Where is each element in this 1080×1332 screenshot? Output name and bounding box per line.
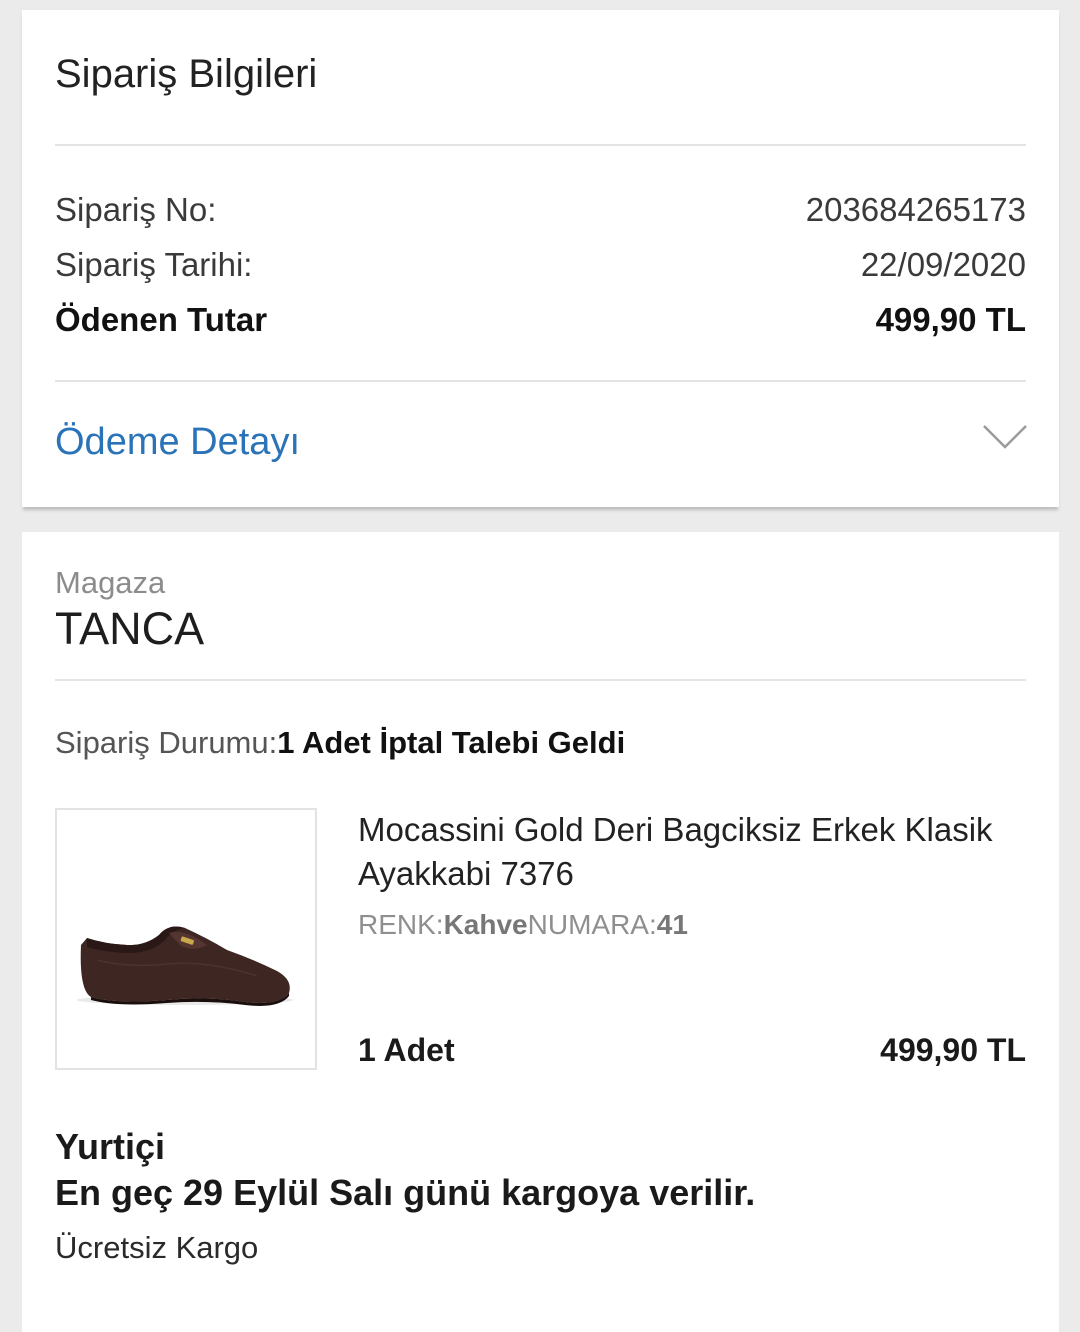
shipping-carrier: Yurtiçi	[55, 1126, 166, 1167]
product-image[interactable]	[55, 808, 317, 1070]
payment-detail-link[interactable]: Ödeme Detayı	[55, 421, 300, 464]
product-name[interactable]: Mocassini Gold Deri Bagciksiz Erkek Klas…	[358, 808, 998, 896]
order-number-label: Sipariş No:	[55, 191, 217, 228]
store-name[interactable]: TANCA	[55, 603, 204, 655]
color-value: Kahve	[443, 909, 528, 940]
order-date-label: Sipariş Tarihi:	[55, 246, 253, 283]
store-order-card: Magaza TANCA Sipariş Durumu:1 Adet İptal…	[22, 532, 1059, 1332]
shipping-cost: Ücretsiz Kargo	[55, 1230, 259, 1265]
shipping-eta: En geç 29 Eylül Salı günü kargoya verili…	[55, 1172, 756, 1213]
divider	[55, 380, 1026, 382]
color-label: RENK:	[358, 909, 444, 940]
product-attributes: RENK:KahveNUMARA:41	[358, 909, 688, 941]
order-info-title: Sipariş Bilgileri	[55, 52, 318, 96]
store-label: Magaza	[55, 565, 166, 600]
divider	[55, 144, 1026, 146]
size-label: NUMARA:	[527, 909, 657, 940]
product-price: 499,90 TL	[880, 1032, 1026, 1068]
order-status-value: 1 Adet İptal Talebi Geldi	[277, 725, 626, 760]
order-info-card: Sipariş Bilgileri Sipariş No: 2036842651…	[22, 10, 1059, 507]
order-status-label: Sipariş Durumu:	[55, 725, 278, 760]
paid-amount-value: 499,90 TL	[875, 301, 1026, 338]
order-status: Sipariş Durumu:1 Adet İptal Talebi Geldi	[55, 725, 625, 761]
size-value: 41	[656, 909, 688, 940]
product-quantity: 1 Adet	[358, 1032, 455, 1068]
paid-amount-label: Ödenen Tutar	[55, 301, 268, 338]
brown-loafer-shoe-image	[77, 926, 293, 1006]
order-number-value: 203684265173	[805, 191, 1026, 228]
order-date-value: 22/09/2020	[860, 246, 1026, 283]
chevron-down-icon[interactable]	[982, 422, 1028, 452]
divider	[55, 679, 1026, 681]
